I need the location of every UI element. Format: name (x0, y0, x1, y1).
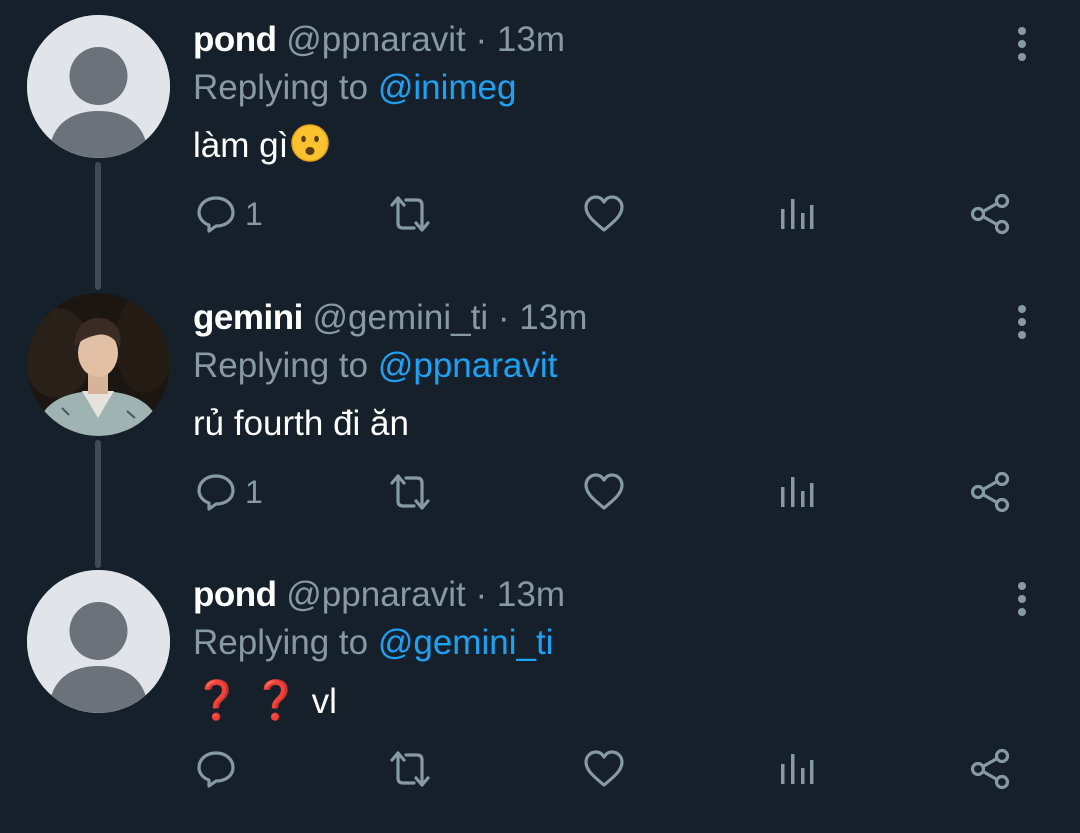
reply-count: 1 (245, 473, 263, 510)
reply-icon (197, 474, 235, 511)
user-handle[interactable]: @ppnaravit (286, 575, 466, 614)
more-options-icon[interactable] (1006, 577, 1038, 621)
tweet[interactable]: gemini @gemini_ti · 13m Replying to @ppn… (0, 278, 1080, 556)
tweet-actions: 1 (0, 463, 1080, 523)
analytics-icon (781, 477, 814, 507)
analytics-icon (781, 199, 814, 229)
analytics-icon (781, 754, 814, 784)
timestamp[interactable]: 13m (497, 575, 565, 614)
timestamp[interactable]: 13m (519, 298, 587, 337)
replying-to: Replying to @ppnaravit (193, 344, 557, 388)
avatar[interactable] (27, 15, 170, 158)
question-mark-emoji: ❓ (252, 680, 300, 722)
like-button[interactable] (583, 189, 625, 239)
analytics-button[interactable] (779, 189, 815, 239)
default-avatar-icon (27, 570, 170, 713)
reply-button[interactable]: 1 (195, 467, 263, 517)
mention-link[interactable]: @inimeg (378, 68, 517, 107)
default-avatar-icon (27, 15, 170, 158)
mention-link[interactable]: @gemini_ti (378, 623, 554, 662)
retweet-button[interactable] (386, 744, 434, 794)
retweet-button[interactable] (386, 189, 434, 239)
reply-icon (197, 196, 235, 233)
display-name[interactable]: pond (193, 20, 277, 59)
tweet-text: ❓ ❓ vl (193, 678, 337, 725)
like-button[interactable] (583, 467, 625, 517)
tweet-header: pond @ppnaravit · 13m (193, 18, 565, 62)
tweet-header: gemini @gemini_ti · 13m (193, 296, 587, 340)
avatar[interactable] (27, 293, 170, 436)
replying-to: Replying to @gemini_ti (193, 621, 553, 665)
share-icon (970, 193, 1010, 235)
profile-photo-icon (27, 293, 170, 436)
more-options-icon[interactable] (1006, 22, 1038, 66)
display-name[interactable]: pond (193, 575, 277, 614)
tweet[interactable]: pond @ppnaravit · 13m Replying to @inime… (0, 0, 1080, 278)
avatar[interactable] (27, 570, 170, 713)
tweet-actions (0, 740, 1080, 800)
retweet-icon (390, 751, 430, 787)
analytics-button[interactable] (779, 744, 815, 794)
tweet-text: làm gì (193, 123, 330, 169)
replying-to: Replying to @inimeg (193, 66, 516, 110)
retweet-icon (390, 196, 430, 232)
tweet-text-content: làm gì (193, 126, 289, 165)
question-mark-emoji: ❓ (193, 680, 241, 722)
share-icon (970, 471, 1010, 513)
share-button[interactable] (970, 189, 1012, 239)
replying-to-label: Replying to (193, 623, 369, 662)
more-options-icon[interactable] (1006, 300, 1038, 344)
replying-to-label: Replying to (193, 68, 369, 107)
heart-icon (584, 750, 624, 787)
analytics-button[interactable] (779, 467, 815, 517)
user-handle[interactable]: @gemini_ti (313, 298, 489, 337)
tweet-text-content: vl (311, 682, 337, 721)
tweet[interactable]: pond @ppnaravit · 13m Replying to @gemin… (0, 555, 1080, 833)
user-handle[interactable]: @ppnaravit (286, 20, 466, 59)
share-button[interactable] (970, 744, 1012, 794)
heart-icon (584, 473, 624, 510)
tweet-text-content: rủ fourth đi ăn (193, 404, 409, 443)
retweet-icon (390, 474, 430, 510)
reply-button[interactable]: 1 (195, 189, 263, 239)
share-icon (970, 748, 1010, 790)
tweet-text: rủ fourth đi ăn (193, 401, 409, 447)
frowning-face-emoji-icon (291, 124, 330, 162)
reply-count: 1 (245, 195, 263, 232)
reply-icon (197, 751, 235, 788)
like-button[interactable] (583, 744, 625, 794)
retweet-button[interactable] (386, 467, 434, 517)
reply-button[interactable] (195, 744, 245, 794)
share-button[interactable] (970, 467, 1012, 517)
mention-link[interactable]: @ppnaravit (378, 346, 558, 385)
tweet-actions: 1 (0, 185, 1080, 245)
separator-dot: · (475, 575, 488, 614)
timestamp[interactable]: 13m (497, 20, 565, 59)
replying-to-label: Replying to (193, 346, 369, 385)
separator-dot: · (497, 298, 510, 337)
display-name[interactable]: gemini (193, 298, 303, 337)
tweet-header: pond @ppnaravit · 13m (193, 573, 565, 617)
heart-icon (584, 195, 624, 232)
separator-dot: · (475, 20, 488, 59)
